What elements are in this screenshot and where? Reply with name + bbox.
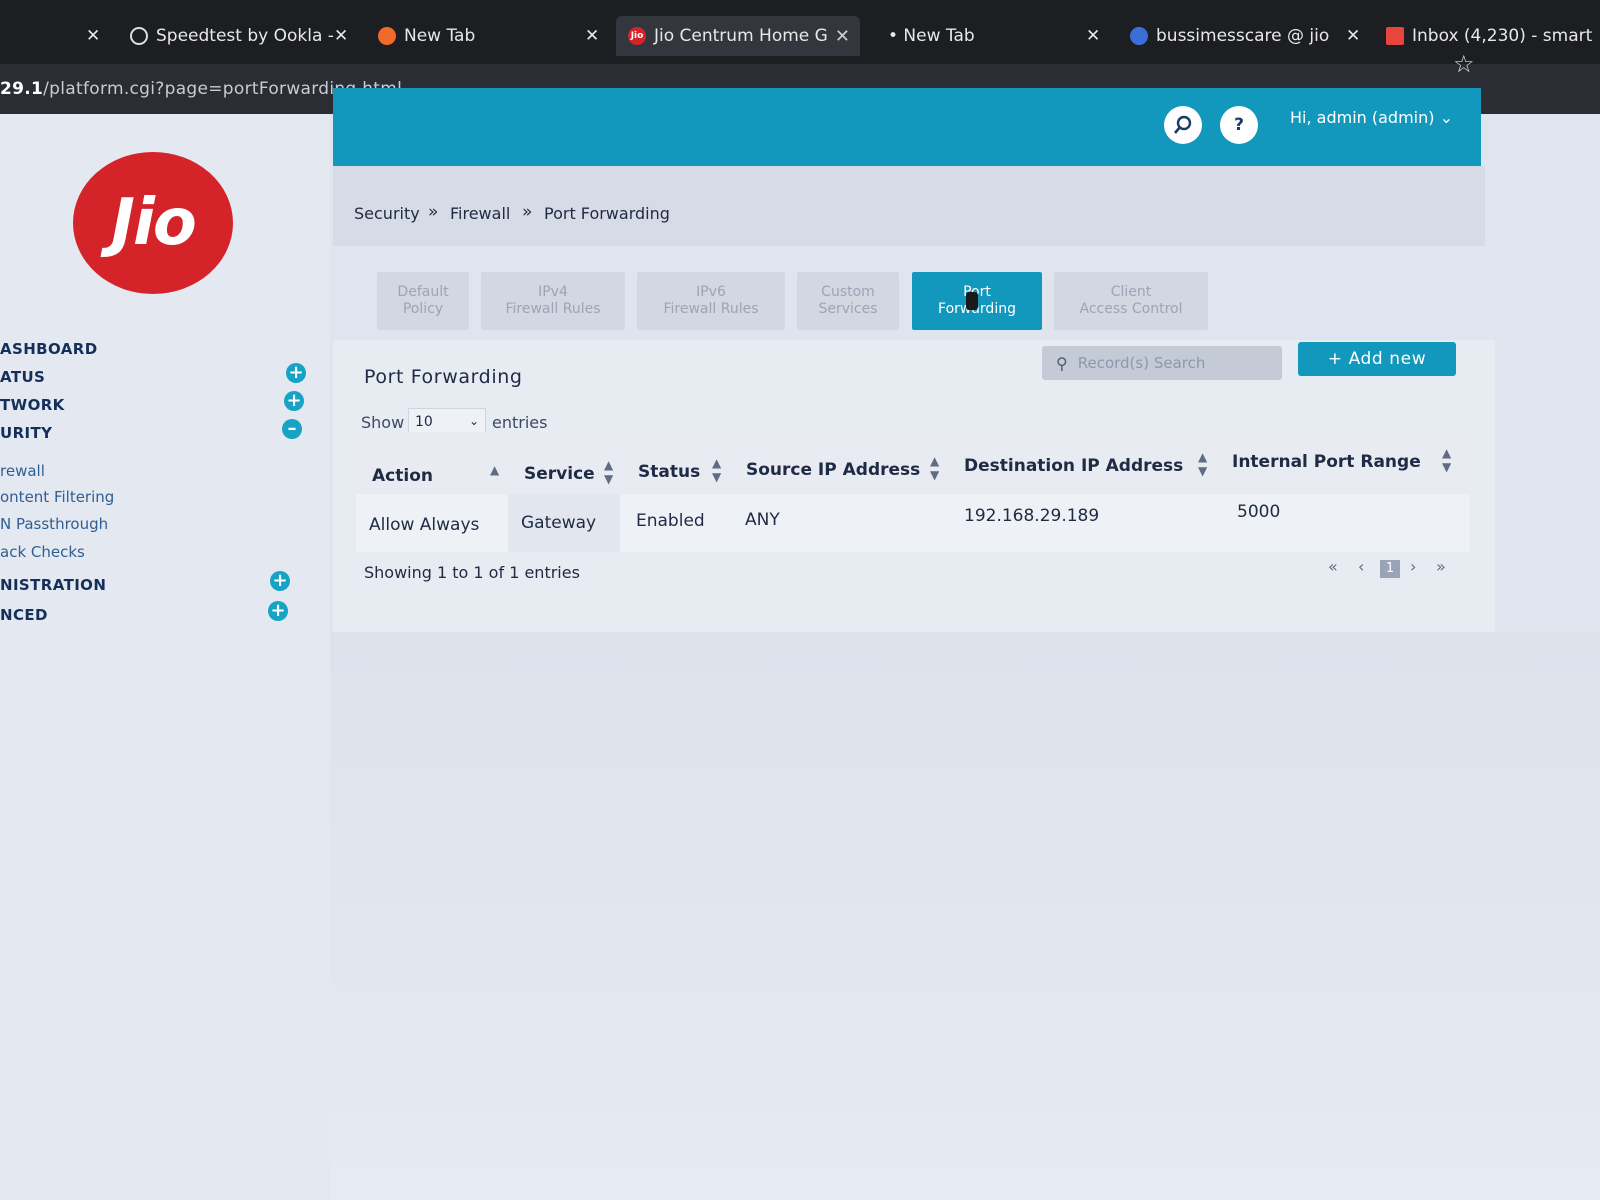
column-header-status[interactable]: Status [638,462,700,482]
speedometer-icon [130,27,148,45]
expand-plus-icon[interactable]: + [286,363,306,383]
sort-icon[interactable]: ▲ ▼ [1442,446,1451,474]
page-1-button[interactable]: 1 [1380,560,1400,578]
search-icon [1130,27,1148,45]
tab-default-policy[interactable]: Default Policy [377,272,469,330]
content-background [330,632,1600,1200]
tab-close-icon[interactable]: ✕ [334,16,348,56]
breadcrumb-separator: » [428,202,439,222]
tab-close-icon[interactable]: ✕ [585,16,599,56]
jio-logo: Jio [73,152,233,294]
mouse-cursor-icon [966,292,978,310]
cell-service: Gateway [521,513,597,533]
tab-close-icon[interactable]: ✕ [86,16,100,56]
tab-bussimesscare[interactable]: bussimesscare @ jio [1130,16,1346,56]
sidebar-subitem-attack-checks[interactable]: ack Checks [0,543,85,561]
tab-speedtest[interactable]: Speedtest by Ookla - [130,16,345,56]
tab-close-icon[interactable]: ✕ [1346,16,1360,56]
search-icon: ⚲ [1056,353,1068,373]
tab-new-tab-2[interactable]: • New Tab [888,16,1008,56]
sidebar-item-advanced[interactable]: NCED [0,606,48,624]
column-header-service[interactable]: Service [524,464,595,484]
cell-status: Enabled [636,511,705,531]
user-menu[interactable]: Hi, admin (admin) ⌄ [1290,108,1453,127]
sidebar-item-network[interactable]: TWORK [0,396,65,414]
firefox-icon [378,27,396,45]
help-icon[interactable]: ? [1220,106,1258,144]
first-page-icon[interactable]: « [1328,557,1338,576]
column-header-destination-ip[interactable]: Destination IP Address [964,456,1183,476]
breadcrumb-security[interactable]: Security [354,204,420,223]
cell-action: Allow Always [369,515,480,535]
expand-plus-icon[interactable]: + [270,571,290,591]
chevron-down-icon: ⌄ [468,414,479,428]
search-icon[interactable] [1164,106,1202,144]
jio-icon: Jio [628,27,646,45]
breadcrumb-firewall[interactable]: Firewall [450,204,510,223]
tab-ipv4-firewall-rules[interactable]: IPv4 Firewall Rules [481,272,625,330]
cell-destination-ip: 192.168.29.189 [964,506,1100,526]
tab-jio-centrum[interactable]: Jio Jio Centrum Home G ✕ [616,16,860,56]
show-label: Show [361,413,405,432]
breadcrumb-port-forwarding: Port Forwarding [544,204,670,223]
entries-label: entries [492,413,548,432]
column-header-internal-port-range[interactable]: Internal Port Range [1232,452,1421,472]
sidebar-item-status[interactable]: ATUS [0,368,45,386]
cell-internal-port-range: 5000 [1237,502,1281,522]
sidebar-item-security[interactable]: URITY [0,424,52,442]
tab-inbox[interactable]: Inbox (4,230) - smart [1386,16,1600,56]
sort-icon[interactable]: ▲ ▼ [712,456,721,484]
sort-icon[interactable]: ▲ ▼ [604,458,613,486]
panel-title: Port Forwarding [364,366,523,388]
add-new-button[interactable]: + Add new [1298,342,1456,376]
last-page-icon[interactable]: » [1436,557,1446,576]
entries-summary: Showing 1 to 1 of 1 entries [364,563,580,582]
tab-close-icon[interactable]: ✕ [1086,16,1100,56]
tab-custom-services[interactable]: Custom Services [797,272,899,330]
collapse-minus-icon[interactable]: – [282,419,302,439]
sort-icon[interactable]: ▲ ▼ [930,454,939,482]
column-header-source-ip[interactable]: Source IP Address [746,460,920,480]
gmail-icon [1386,27,1404,45]
prev-page-icon[interactable]: ‹ [1358,557,1364,576]
top-header [333,88,1481,166]
tab-client-access-control[interactable]: Client Access Control [1054,272,1208,330]
breadcrumb-separator: » [522,202,533,222]
bookmark-star-icon[interactable]: ☆ [1453,50,1475,78]
sidebar-subitem-firewall[interactable]: rewall [0,462,45,480]
sidebar-subitem-vpn-passthrough[interactable]: N Passthrough [0,515,108,533]
column-header-action[interactable]: Action [372,466,433,486]
expand-plus-icon[interactable]: + [284,391,304,411]
expand-plus-icon[interactable]: + [268,601,288,621]
sort-icon[interactable]: ▲ ▼ [1198,450,1207,478]
cell-source-ip: ANY [745,510,780,530]
sidebar-subitem-content-filtering[interactable]: ontent Filtering [0,488,114,506]
next-page-icon[interactable]: › [1410,557,1416,576]
sidebar-item-administration[interactable]: NISTRATION [0,576,106,594]
tab-ipv6-firewall-rules[interactable]: IPv6 Firewall Rules [637,272,785,330]
tab-close-icon[interactable]: ✕ [835,26,850,47]
tab-new-tab[interactable]: New Tab [378,16,558,56]
sidebar-item-dashboard[interactable]: ASHBOARD [0,340,98,358]
sort-asc-icon[interactable]: ▲ [490,463,499,477]
records-search-input[interactable]: ⚲ Record(s) Search [1042,346,1282,380]
